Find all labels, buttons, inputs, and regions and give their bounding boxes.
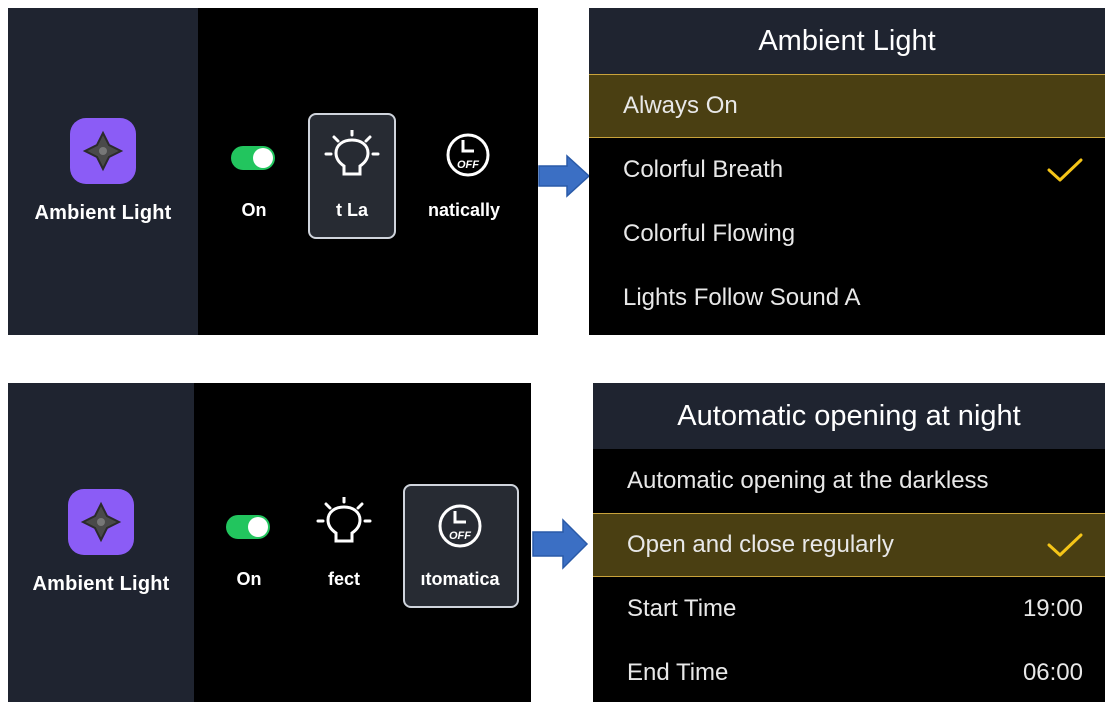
top-sidebar: Ambient Light [8, 8, 198, 335]
bottom-menu-panel: Automatic opening at night Automatic ope… [593, 383, 1105, 702]
start-time-value: 19:00 [1022, 595, 1083, 622]
timer-off-icon: OFF [446, 133, 490, 177]
menu-title: Ambient Light [589, 8, 1105, 74]
arrow-right-icon [538, 154, 591, 198]
menu-item-end-time[interactable]: End Time 06:00 [593, 641, 1105, 702]
menu-item-start-time[interactable]: Start Time 19:00 [593, 577, 1105, 641]
top-menu-panel: Ambient Light Always On Colorful Breath … [589, 8, 1105, 335]
light-effect-label: t La [335, 200, 368, 220]
arrow-right-icon [532, 518, 589, 570]
menu-title: Automatic opening at night [593, 383, 1105, 449]
timer-off-text: OFF [449, 530, 471, 542]
bottom-sidebar: Ambient Light [8, 383, 194, 702]
menu-item-lights-follow-sound[interactable]: Lights Follow Sound A [589, 266, 1105, 330]
menu-item-auto-darkness[interactable]: Automatic opening at the darkless [593, 449, 1105, 513]
auto-mode-label: natically [428, 200, 501, 220]
menu-item-label: End Time [627, 659, 729, 686]
light-effect-label: fect [327, 569, 360, 589]
timer-off-icon: OFF [438, 504, 482, 548]
menu-item-label: Start Time [627, 595, 737, 622]
bottom-device-screen: Ambient Light On fect OFF ıtomatica [8, 383, 531, 702]
top-device-screen: Ambient Light On t La OFF natically [8, 8, 538, 335]
light-bulb-icon [316, 497, 372, 543]
menu-item-label: Always On [623, 92, 738, 119]
menu-item-colorful-breath[interactable]: Colorful Breath [589, 138, 1105, 202]
power-toggle-label: On [236, 569, 262, 589]
menu-item-label: Open and close regularly [627, 531, 894, 558]
menu-item-label: Lights Follow Sound A [623, 284, 861, 311]
check-icon [1047, 158, 1083, 182]
app-title: Ambient Light [34, 202, 172, 224]
menu-item-label: Colorful Breath [623, 156, 784, 183]
menu-item-label: Automatic opening at the darkless [627, 467, 989, 494]
ambient-light-app-icon[interactable] [68, 489, 134, 555]
menu-item-open-close-regularly[interactable]: Open and close regularly [593, 513, 1105, 577]
power-toggle[interactable] [226, 515, 270, 539]
app-title: Ambient Light [32, 573, 170, 595]
power-toggle[interactable] [231, 146, 275, 170]
menu-item-label: Colorful Flowing [623, 220, 796, 247]
end-time-value: 06:00 [1022, 659, 1083, 686]
check-icon [1047, 533, 1083, 557]
menu-item-always-on[interactable]: Always On [589, 74, 1105, 138]
timer-off-text: OFF [457, 159, 479, 171]
menu-item-colorful-flowing[interactable]: Colorful Flowing [589, 202, 1105, 266]
power-toggle-label: On [241, 200, 267, 220]
auto-mode-label: ıtomatica [420, 569, 500, 589]
ambient-light-app-icon[interactable] [70, 118, 136, 184]
light-bulb-icon [324, 130, 380, 176]
